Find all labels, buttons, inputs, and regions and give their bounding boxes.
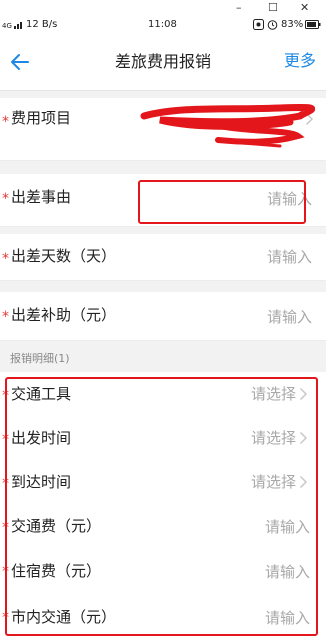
navigation-bar: 差旅费用报销 更多: [0, 34, 326, 91]
signal-icon: [14, 20, 24, 33]
trip-days-input[interactable]: 请输入: [267, 248, 312, 266]
maximize-icon[interactable]: ☐: [268, 1, 278, 15]
required-marker: *: [2, 191, 9, 207]
required-marker: *: [2, 114, 9, 130]
nfc-icon: [253, 19, 264, 34]
window-titlebar: – ☐ ✕: [0, 0, 326, 16]
battery-level: 83%: [281, 19, 304, 30]
minimize-icon[interactable]: –: [236, 1, 242, 15]
trip-allowance-input[interactable]: 请输入: [267, 308, 312, 326]
form-row-trip-allowance[interactable]: * 出差补助（元） 请输入: [0, 292, 326, 341]
network-indicator: 4G: [2, 22, 12, 30]
close-icon[interactable]: ✕: [300, 1, 309, 15]
annotation-box-details: [5, 377, 318, 636]
trip-reason-label: 出差事由: [11, 188, 72, 206]
details-section-title: 报销明细(1): [10, 352, 70, 365]
page-title: 差旅费用报销: [114, 52, 211, 71]
annotation-box-trip-reason: [138, 180, 306, 224]
required-marker: *: [2, 309, 9, 325]
clock: 11:08: [148, 19, 177, 30]
status-bar: 4G 12 B/s 11:08 83%: [0, 16, 326, 34]
required-marker: *: [2, 251, 9, 267]
network-speed: 12 B/s: [26, 19, 58, 30]
trip-days-label: 出差天数（天）: [11, 247, 117, 265]
battery-icon: [305, 20, 321, 33]
cost-item-label: 费用项目: [11, 109, 72, 127]
redaction-scribble: [140, 103, 315, 148]
trip-allowance-label: 出差补助（元）: [11, 306, 117, 324]
form-row-trip-days[interactable]: * 出差天数（天） 请输入: [0, 234, 326, 281]
more-button[interactable]: 更多: [284, 51, 316, 71]
alarm-icon: [267, 19, 278, 34]
